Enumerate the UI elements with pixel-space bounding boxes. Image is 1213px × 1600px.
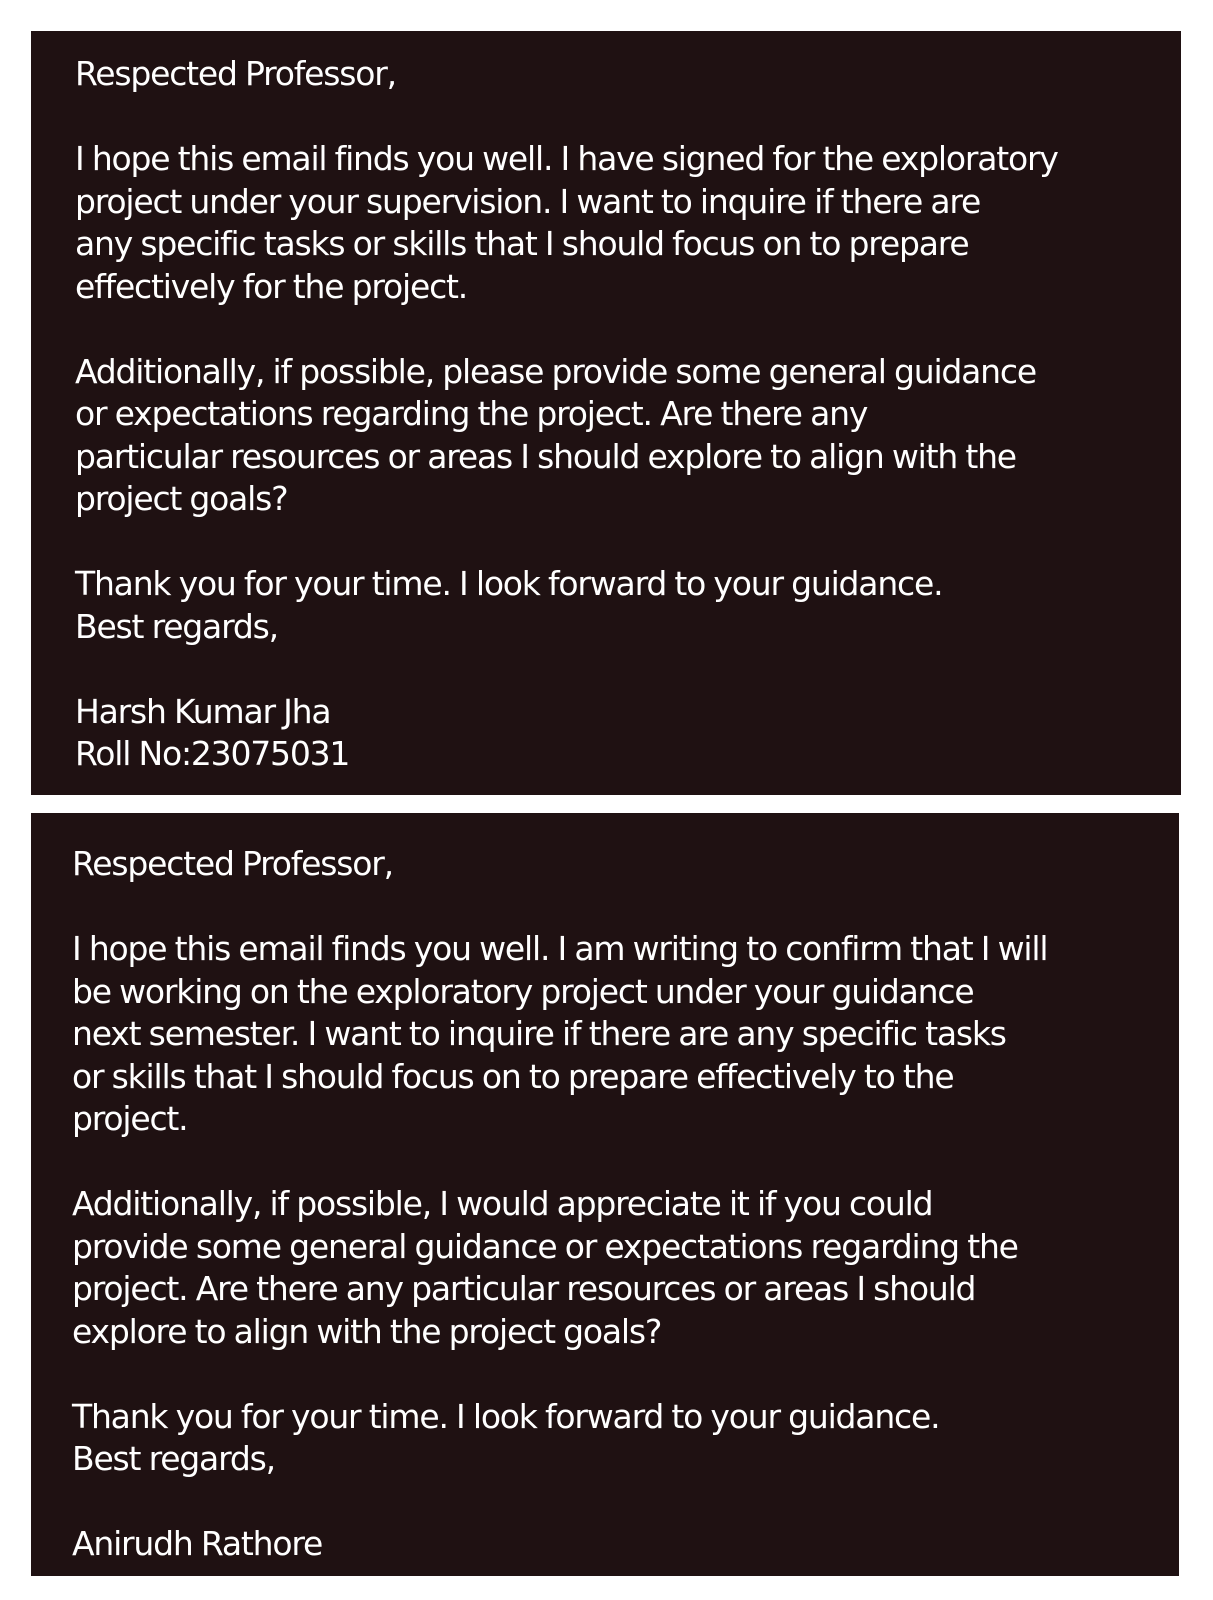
thanks-line: Thank you for your time. I look forward …	[72, 1396, 941, 1436]
paragraph-line: particular resources or areas I should e…	[75, 436, 1017, 476]
closing-line: Best regards,	[72, 1439, 276, 1478]
paragraph-line: or skills that I should focus on to prep…	[72, 1056, 955, 1096]
paragraph-line: next semester. I want to inquire if ther…	[72, 1014, 1007, 1053]
salutation: Respected Professor,	[75, 54, 397, 93]
paragraph-1: I hope this email finds you well. I am w…	[72, 928, 1179, 1141]
sender-name: Harsh Kumar Jha	[75, 691, 332, 731]
paragraph-2: Additionally, if possible, please provid…	[75, 351, 1181, 521]
thanks-line: Thank you for your time. I look forward …	[75, 564, 944, 603]
paragraph-2: Additionally, if possible, I would appre…	[72, 1183, 1179, 1353]
closing-line: Best regards,	[75, 606, 279, 646]
sender-name: Anirudh Rathore	[72, 1524, 323, 1563]
paragraph-line: effectively for the project.	[75, 266, 468, 306]
paragraph-line: I hope this email finds you well. I am w…	[72, 929, 1049, 968]
email-screenshot-2: Respected Professor, I hope this email f…	[31, 813, 1179, 1576]
paragraph-line: I hope this email finds you well. I have…	[75, 139, 1059, 178]
paragraph-line: provide some general guidance or expecta…	[72, 1226, 1019, 1266]
paragraph-line: project. Are there any particular resour…	[72, 1269, 977, 1308]
paragraph-1: I hope this email finds you well. I have…	[75, 138, 1181, 308]
paragraph-line: any specific tasks or skills that I shou…	[75, 224, 970, 263]
paragraph-line: be working on the exploratory project un…	[72, 971, 975, 1011]
paragraph-line: project under your supervision. I want t…	[75, 181, 981, 221]
paragraph-line: Additionally, if possible, I would appre…	[72, 1184, 934, 1223]
salutation: Respected Professor,	[72, 844, 394, 883]
email-screenshot-1: Respected Professor, I hope this email f…	[31, 31, 1181, 795]
paragraph-line: or expectations regarding the project. A…	[75, 394, 868, 433]
paragraph-line: Additionally, if possible, please provid…	[75, 351, 1037, 391]
paragraph-line: explore to align with the project goals?	[72, 1311, 662, 1351]
paragraph-line: project goals?	[75, 479, 289, 518]
roll-number: Roll No:23075031	[75, 734, 350, 773]
paragraph-line: project.	[72, 1099, 189, 1138]
